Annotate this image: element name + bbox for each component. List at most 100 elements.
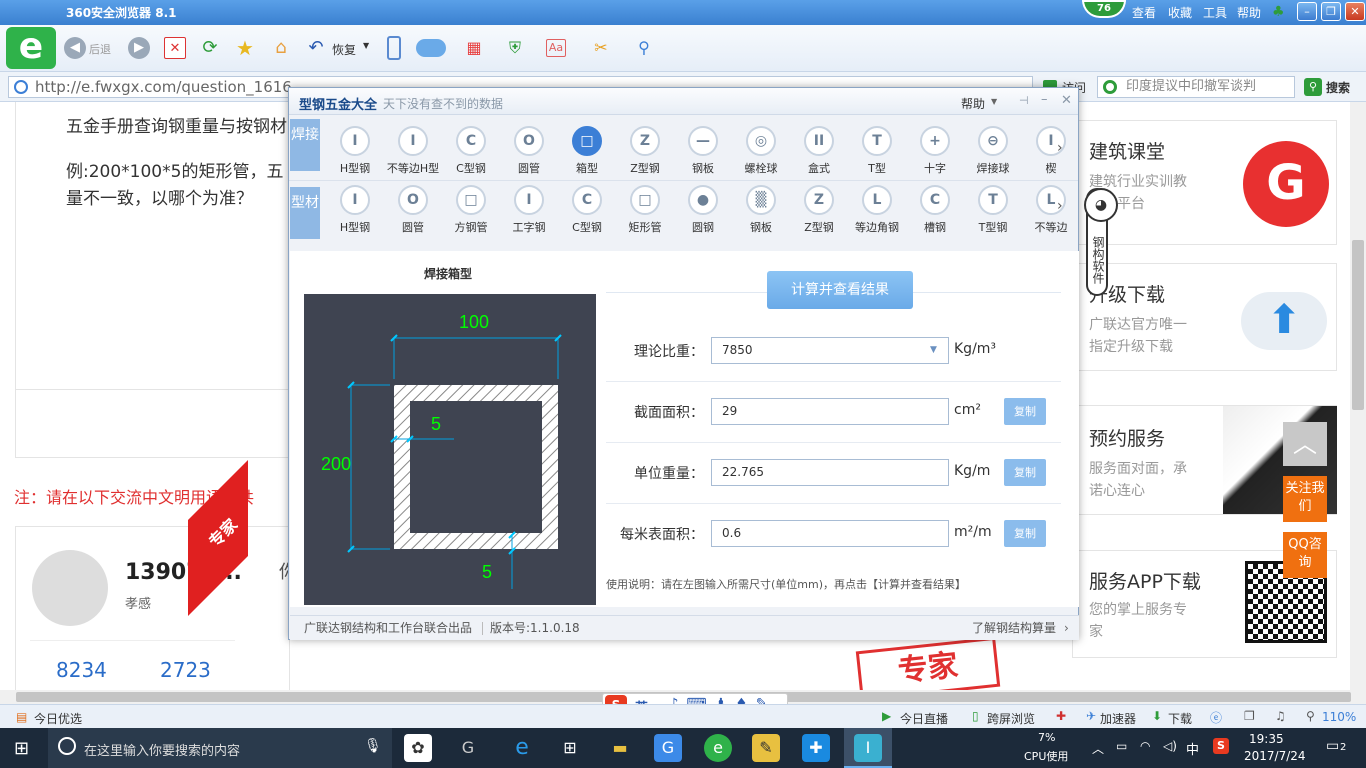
sogou-tray-icon[interactable]: S xyxy=(1213,738,1229,754)
dim-web-label[interactable]: 5 xyxy=(431,414,441,434)
close-button[interactable]: ✕ xyxy=(1345,2,1365,21)
dim-width-label[interactable]: 100 xyxy=(459,312,489,332)
maximize-button[interactable]: ❐ xyxy=(1321,2,1341,21)
follow-button[interactable]: 关注我们 xyxy=(1283,476,1327,522)
cross-screen[interactable]: 跨屏浏览 xyxy=(987,710,1035,727)
menu-tools[interactable]: 工具 xyxy=(1203,4,1227,21)
volume-icon[interactable]: ◁) xyxy=(1163,739,1177,753)
home-icon[interactable]: ⌂ xyxy=(270,37,292,59)
tab-welded[interactable]: 焊接 xyxy=(290,119,320,171)
row1-shape-10[interactable]: + 十字 xyxy=(906,126,964,176)
downloads[interactable]: 下载 xyxy=(1168,710,1192,727)
card-upgrade[interactable]: 升级下载 广联达官方唯一 指定升级下载 ⬆ xyxy=(1072,263,1337,371)
zoom-icon[interactable]: ⚲ xyxy=(633,37,655,59)
minimize-button[interactable]: – xyxy=(1297,2,1317,21)
tray-arrow-icon[interactable]: ︿ xyxy=(1092,740,1104,757)
row2-shape-7[interactable]: ▒ 钢板 xyxy=(732,185,790,235)
apps-icon[interactable]: ▦ xyxy=(463,37,485,59)
dialog-title-bar[interactable]: 型钢五金大全 天下没有查不到的数据 帮助 ▼ ⊣ – ✕ xyxy=(289,88,1078,115)
field-input-3[interactable]: 0.6 xyxy=(711,520,949,547)
help-chevron-icon[interactable]: ▼ xyxy=(991,97,997,106)
dim-flange-label[interactable]: 5 xyxy=(482,562,492,582)
search-button[interactable]: 搜索 xyxy=(1326,79,1350,96)
vertical-scrollbar[interactable] xyxy=(1350,102,1366,690)
copy-button-1[interactable]: 复制 xyxy=(1004,398,1046,425)
search-engine-icon[interactable] xyxy=(1103,80,1117,94)
calc-button[interactable]: 计算并查看结果 xyxy=(767,271,913,309)
row1-shape-0[interactable]: I H型钢 xyxy=(326,126,384,176)
today-live[interactable]: 今日直播 xyxy=(900,710,948,727)
app-swirl-icon[interactable]: G xyxy=(454,734,482,762)
qq-button[interactable]: QQ咨询 xyxy=(1283,532,1327,578)
footer-learn-link[interactable]: 了解钢结构算量 xyxy=(972,616,1056,640)
scroll-thumb[interactable] xyxy=(1352,240,1364,410)
shield-icon[interactable]: ⛨ xyxy=(504,37,526,59)
refresh-icon[interactable]: ⟳ xyxy=(199,37,221,59)
pin-icon[interactable]: ⊣ xyxy=(1019,94,1029,107)
star-icon[interactable]: ★ xyxy=(234,37,256,59)
plus-app-icon[interactable]: ✚ xyxy=(802,734,830,762)
row1-shape-6[interactable]: — 钢板 xyxy=(674,126,732,176)
glodon-app-icon[interactable]: G xyxy=(654,734,682,762)
chevron-down-icon[interactable]: ▼ xyxy=(363,41,369,50)
stat-adopted[interactable]: 2723 xyxy=(160,658,211,682)
row2-shape-8[interactable]: Z Z型钢 xyxy=(790,185,848,235)
card-course[interactable]: 建筑课堂 建筑行业实训教 育一平台 G xyxy=(1072,120,1337,245)
copy-button-2[interactable]: 复制 xyxy=(1004,459,1046,486)
phone-icon[interactable] xyxy=(387,36,401,60)
clock-date[interactable]: 2017/7/24 xyxy=(1244,749,1306,763)
back-label[interactable]: 后退 xyxy=(89,41,111,57)
mic-icon[interactable]: 🎙 xyxy=(364,738,382,754)
dialog-close-icon[interactable]: ✕ xyxy=(1061,93,1072,108)
translate-icon[interactable]: Aa xyxy=(546,39,566,57)
row2-shape-12[interactable]: L 不等边 xyxy=(1022,185,1080,235)
edge-icon[interactable]: e xyxy=(508,734,536,762)
tab-profile[interactable]: 型材 xyxy=(290,187,320,239)
back-icon[interactable]: ◀ xyxy=(64,37,86,59)
note-icon[interactable]: ✎ xyxy=(752,734,780,762)
back-to-top-button[interactable]: ︿ xyxy=(1283,422,1327,466)
footer-chevron-icon[interactable]: › xyxy=(1064,616,1069,640)
row1-shape-3[interactable]: O 圆管 xyxy=(500,126,558,176)
steel-app-icon[interactable]: I xyxy=(854,734,882,762)
window-icon[interactable]: ❐ xyxy=(1244,709,1255,723)
menu-view[interactable]: 查看 xyxy=(1132,4,1156,21)
notification-icon[interactable]: ▭ xyxy=(1326,738,1339,754)
avatar[interactable] xyxy=(32,550,108,626)
sound-icon[interactable]: ♫ xyxy=(1275,709,1286,723)
row2-shape-0[interactable]: I H型钢 xyxy=(326,185,384,235)
wifi-icon[interactable]: ◠ xyxy=(1140,739,1150,753)
row2-shape-5[interactable]: □ 矩形管 xyxy=(616,185,674,235)
field-input-2[interactable]: 22.765 xyxy=(711,459,949,486)
plus-icon[interactable]: ✚ xyxy=(1056,709,1066,723)
row1-shape-1[interactable]: I 不等边H型 xyxy=(384,126,442,176)
row1-shape-4[interactable]: □ 箱型 xyxy=(558,126,616,176)
row2-shape-10[interactable]: C 槽钢 xyxy=(906,185,964,235)
taskbar-search[interactable]: 在这里输入你要搜索的内容 🎙 xyxy=(48,728,392,768)
copy-button-3[interactable]: 复制 xyxy=(1004,520,1046,547)
stop-icon[interactable]: ✕ xyxy=(164,37,186,59)
row1-shape-12[interactable]: I楔 xyxy=(1022,126,1080,176)
field-input-0[interactable]: 7850 xyxy=(711,337,949,364)
skin-icon[interactable]: ♣ xyxy=(1272,4,1285,20)
task-view-icon[interactable]: ✿ xyxy=(404,734,432,762)
row2-shape-1[interactable]: O 圆管 xyxy=(384,185,442,235)
row2-shape-3[interactable]: I 工字钢 xyxy=(500,185,558,235)
clock-time[interactable]: 19:35 xyxy=(1249,732,1284,746)
ie-icon[interactable]: ⓔ xyxy=(1210,709,1222,726)
search-icon[interactable]: ⚲ xyxy=(1304,78,1322,96)
row1-shape-8[interactable]: II 盒式 xyxy=(790,126,848,176)
ime-indicator[interactable]: 中 xyxy=(1186,739,1199,758)
store-icon[interactable]: ⊞ xyxy=(556,734,584,762)
menu-favorites[interactable]: 收藏 xyxy=(1168,4,1192,21)
cloud-icon[interactable] xyxy=(416,39,446,57)
row1-shape-2[interactable]: C C型钢 xyxy=(442,126,500,176)
row2-shape-4[interactable]: C C型钢 xyxy=(558,185,616,235)
undo-icon[interactable]: ↶ xyxy=(305,37,327,59)
row2-shape-6[interactable]: ● 圆钢 xyxy=(674,185,732,235)
browser-logo[interactable]: e xyxy=(6,27,56,69)
windows-start-icon[interactable]: ⊞ xyxy=(14,738,29,759)
density-dropdown-icon[interactable]: ▼ xyxy=(930,345,937,355)
zoom-status-icon[interactable]: ⚲ xyxy=(1306,709,1315,723)
screenshot-icon[interactable]: ✂ xyxy=(590,37,612,59)
